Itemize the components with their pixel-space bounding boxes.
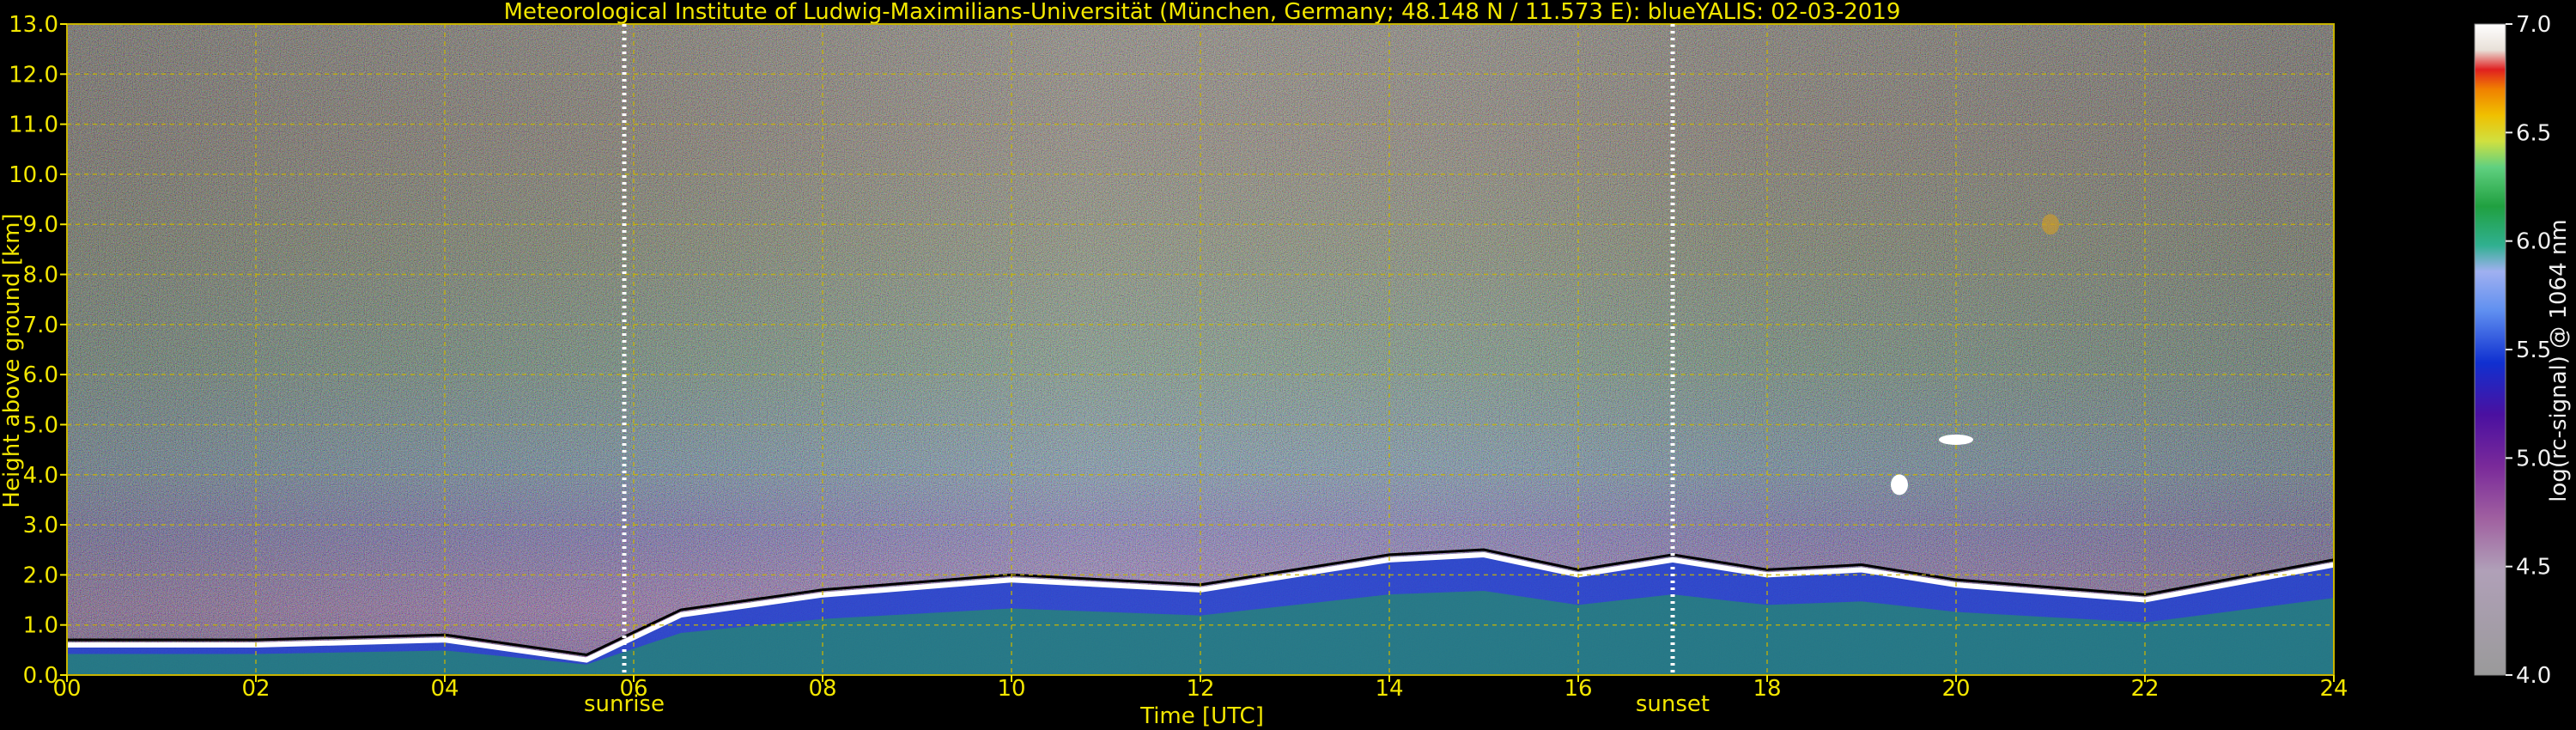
x-axis-label: Time [UTC] xyxy=(1139,703,1264,729)
colorbar-tick-label: 4.0 xyxy=(2516,663,2551,689)
colorbar: 4.04.55.05.56.06.57.0 xyxy=(2474,12,2551,689)
y-tick-label: 1.0 xyxy=(23,613,58,639)
colorbar-gradient xyxy=(2475,24,2506,675)
x-tick-label: 24 xyxy=(2319,676,2348,702)
y-tick-label: 7.0 xyxy=(23,313,58,338)
x-tick-label: 00 xyxy=(52,676,81,702)
y-tick-label: 3.0 xyxy=(23,513,58,538)
y-tick-label: 10.0 xyxy=(9,162,58,188)
colorbar-tick-label: 6.5 xyxy=(2516,120,2551,146)
y-axis-label: Height above ground [km] xyxy=(0,213,25,508)
y-tick-label: 9.0 xyxy=(23,212,58,238)
lidar-chart: Meteorological Institute of Ludwig-Maxim… xyxy=(0,0,2572,729)
chart-title: Meteorological Institute of Ludwig-Maxim… xyxy=(504,0,1901,25)
x-tick-label: 16 xyxy=(1564,676,1592,702)
x-tick-label: 22 xyxy=(2130,676,2159,702)
aerosol-feature-0 xyxy=(1939,434,1973,445)
colorbar-label: log(rc-signal) @ 1064 nm xyxy=(2546,219,2572,502)
x-tick-label: 02 xyxy=(241,676,270,702)
x-tick-label: 12 xyxy=(1186,676,1214,702)
aerosol-feature-2 xyxy=(1891,474,1908,496)
x-tick-label: 18 xyxy=(1753,676,1781,702)
colorbar-tick-label: 4.5 xyxy=(2516,555,2551,581)
y-tick-label: 8.0 xyxy=(23,263,58,289)
x-tick-label: 08 xyxy=(808,676,836,702)
x-tick-label: 14 xyxy=(1375,676,1403,702)
y-tick-label: 4.0 xyxy=(23,463,58,489)
y-tick-label: 11.0 xyxy=(9,113,58,138)
x-tick-label: 20 xyxy=(1941,676,1970,702)
x-tick-label: 10 xyxy=(997,676,1025,702)
y-tick-label: 13.0 xyxy=(9,12,58,38)
y-tick-label: 2.0 xyxy=(23,563,58,588)
y-tick-label: 6.0 xyxy=(23,362,58,388)
x-tick-label: 04 xyxy=(430,676,459,702)
sunrise-label: sunrise xyxy=(584,691,665,717)
y-tick-label: 12.0 xyxy=(9,62,58,88)
colorbar-tick-label: 7.0 xyxy=(2516,12,2551,38)
y-tick-label: 5.0 xyxy=(23,412,58,438)
sunset-label: sunset xyxy=(1636,691,1710,717)
aerosol-feature-1 xyxy=(2042,214,2059,235)
x-axis-ticks: 00 02 04 06 08 10 12 14 16 18 20 22 24 xyxy=(52,675,2348,702)
